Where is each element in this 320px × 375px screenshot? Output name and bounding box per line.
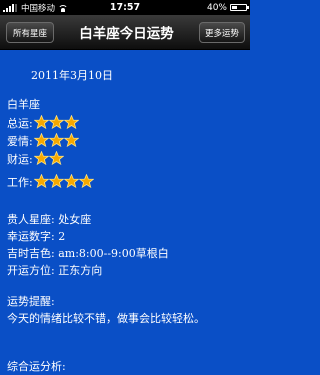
tip-title: 运势提醒: — [7, 295, 55, 308]
rating-row: 工作: — [7, 174, 94, 189]
star-icon — [33, 151, 49, 165]
lucky-time-color: 吉时吉色: am:8:00--9:00草根白 — [7, 247, 169, 260]
star-icon — [33, 115, 49, 129]
rating-label: 财运: — [7, 153, 33, 166]
star-icon — [48, 174, 64, 188]
star-icon — [33, 133, 49, 147]
star-icon — [48, 133, 64, 147]
rating-row: 爱情: — [7, 133, 79, 148]
tip-text: 今天的情绪比较不错，做事会比较轻松。 — [7, 312, 205, 325]
star-icon — [63, 133, 79, 147]
star-icon — [33, 174, 49, 188]
status-bar: 中国移动 17:57 40% — [0, 0, 250, 15]
rating-row: 总运: — [7, 115, 79, 130]
navigation-bar: 所有星座 白羊座今日运势 更多运势 — [0, 15, 250, 50]
star-icon — [63, 115, 79, 129]
more-horoscopes-button[interactable]: 更多运势 — [199, 22, 245, 43]
rating-row: 财运: — [7, 151, 64, 166]
star-rating — [33, 133, 79, 147]
page-title: 白羊座今日运势 — [79, 26, 174, 42]
sign-name: 白羊座 — [7, 98, 40, 111]
battery-level — [232, 6, 237, 9]
star-icon — [48, 115, 64, 129]
star-rating — [33, 115, 79, 129]
analysis-title: 综合运分析: — [7, 360, 66, 373]
star-rating — [33, 151, 64, 165]
rating-label: 工作: — [7, 176, 33, 189]
star-icon — [48, 151, 64, 165]
lucky-number: 幸运数字: 2 — [7, 230, 66, 243]
lucky-sign: 贵人星座: 处女座 — [7, 213, 92, 226]
lucky-direction: 开运方位: 正东方向 — [7, 264, 103, 277]
battery-percent: 40% — [206, 2, 227, 13]
battery-icon — [230, 4, 249, 11]
star-icon — [78, 174, 94, 188]
star-rating — [33, 174, 94, 188]
all-signs-button[interactable]: 所有星座 — [6, 22, 54, 43]
date-text: 2011年3月10日 — [31, 69, 113, 82]
rating-label: 爱情: — [7, 135, 33, 148]
rating-label: 总运: — [7, 117, 33, 130]
star-icon — [63, 174, 79, 188]
status-right: 40% — [206, 2, 249, 13]
